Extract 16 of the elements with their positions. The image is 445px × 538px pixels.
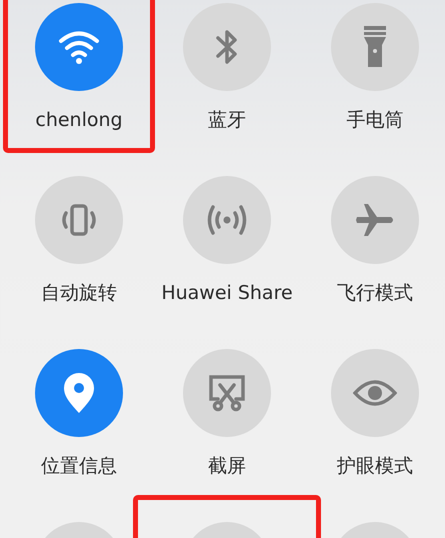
tile-label: 手电筒: [346, 109, 404, 132]
airplane-icon: [355, 202, 395, 238]
tile-label: 自动旋转: [41, 282, 117, 305]
wifi-icon: [57, 29, 101, 65]
tile-label: 护眼模式: [337, 455, 413, 478]
tile-label: 位置信息: [41, 455, 117, 478]
tile-label: 蓝牙: [208, 109, 246, 132]
tile-label: chenlong: [35, 109, 123, 132]
tile-label: 飞行模式: [337, 282, 413, 305]
tile-label: Huawei Share: [161, 282, 293, 305]
screenshot-scissors-icon: [207, 373, 247, 413]
signal-waves-icon: [205, 202, 249, 238]
location-pin-icon: [62, 372, 96, 414]
eye-icon: [353, 379, 397, 407]
tile-label: 截屏: [208, 455, 246, 478]
flashlight-icon: [363, 25, 387, 69]
